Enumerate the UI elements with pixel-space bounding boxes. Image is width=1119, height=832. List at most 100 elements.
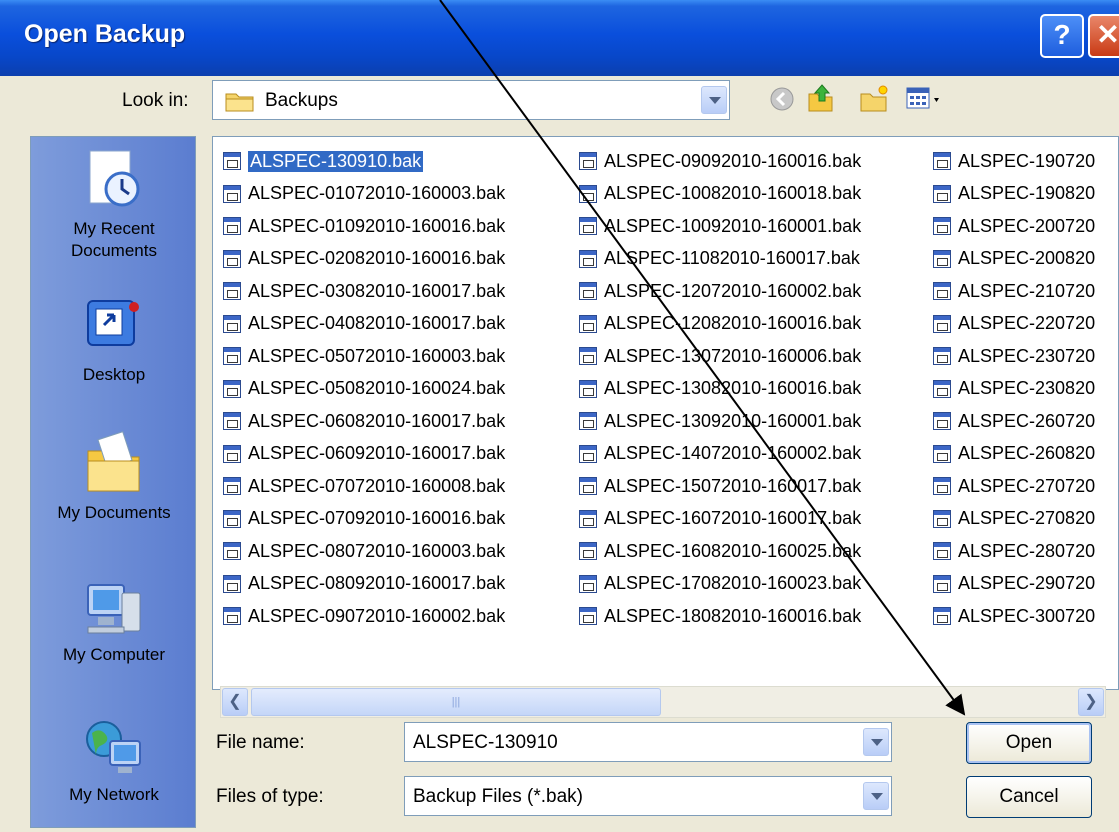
- up-folder-icon[interactable]: [806, 82, 836, 114]
- cancel-button[interactable]: Cancel: [966, 776, 1092, 818]
- place-my-recent-documents[interactable]: My Recent Documents: [31, 147, 197, 262]
- file-item[interactable]: ALSPEC-06082010-160017.bak: [223, 405, 505, 438]
- backup-file-icon: [579, 379, 597, 398]
- file-item[interactable]: ALSPEC-01092010-160016.bak: [223, 210, 505, 243]
- recent-documents-icon: [89, 150, 140, 207]
- file-item[interactable]: ALSPEC-14072010-160002.bak: [579, 438, 861, 471]
- file-item[interactable]: ALSPEC-10092010-160001.bak: [579, 210, 861, 243]
- file-item[interactable]: ALSPEC-09092010-160016.bak: [579, 145, 861, 178]
- backup-file-icon: [933, 607, 951, 626]
- place-label: Desktop: [82, 365, 146, 384]
- backup-file-icon: [223, 607, 241, 626]
- folder-icon: [225, 93, 254, 112]
- file-item[interactable]: ALSPEC-17082010-160023.bak: [579, 568, 861, 601]
- file-name: ALSPEC-10082010-160018.bak: [604, 183, 862, 204]
- place-desktop[interactable]: Desktop: [31, 295, 197, 386]
- file-name-field[interactable]: ALSPEC-130910: [404, 722, 892, 762]
- file-item[interactable]: ALSPEC-18082010-160016.bak: [579, 600, 861, 633]
- file-item[interactable]: ALSPEC-04082010-160017.bak: [223, 308, 505, 341]
- file-item[interactable]: ALSPEC-11082010-160017.bak: [579, 243, 861, 276]
- file-item[interactable]: ALSPEC-10082010-160018.bak: [579, 178, 861, 211]
- place-label: My Recent Documents: [71, 219, 157, 260]
- place-my-computer[interactable]: My Computer: [31, 575, 197, 666]
- file-name: ALSPEC-230820: [958, 378, 1096, 399]
- backup-file-icon: [579, 607, 597, 626]
- backup-file-icon: [933, 379, 951, 398]
- file-item[interactable]: ALSPEC-220720: [933, 308, 1095, 341]
- file-item[interactable]: ALSPEC-05082010-160024.bak: [223, 373, 505, 406]
- window-title: Open Backup: [24, 20, 186, 48]
- look-in-dropdown[interactable]: Backups: [212, 80, 730, 120]
- file-name: ALSPEC-220720: [958, 313, 1096, 334]
- look-in-dropdown-arrow[interactable]: [701, 86, 727, 114]
- close-button[interactable]: ✕: [1088, 14, 1119, 58]
- file-name-value: ALSPEC-130910: [413, 732, 558, 753]
- file-name: ALSPEC-200820: [958, 248, 1096, 269]
- file-item[interactable]: ALSPEC-280720: [933, 535, 1095, 568]
- file-item[interactable]: ALSPEC-02082010-160016.bak: [223, 243, 505, 276]
- file-item[interactable]: ALSPEC-190820: [933, 178, 1095, 211]
- file-item[interactable]: ALSPEC-270820: [933, 503, 1095, 536]
- file-item[interactable]: ALSPEC-190720: [933, 145, 1095, 178]
- view-menu-icon[interactable]: [906, 86, 952, 112]
- file-item[interactable]: ALSPEC-270720: [933, 470, 1095, 503]
- file-name: ALSPEC-15072010-160017.bak: [604, 475, 862, 496]
- file-list[interactable]: ALSPEC-130910.bak ALSPEC-01072010-160003.…: [212, 136, 1119, 690]
- file-item[interactable]: ALSPEC-15072010-160017.bak: [579, 470, 861, 503]
- file-item[interactable]: ALSPEC-260820: [933, 438, 1095, 471]
- horizontal-scrollbar[interactable]: ❮ ||| ❯: [220, 686, 1106, 718]
- backup-file-icon: [223, 282, 241, 301]
- back-icon[interactable]: [768, 85, 796, 113]
- chevron-left-icon: ❮: [228, 693, 242, 710]
- file-name: ALSPEC-210720: [958, 280, 1096, 301]
- file-item[interactable]: ALSPEC-12082010-160016.bak: [579, 308, 861, 341]
- scroll-left-button[interactable]: ❮: [222, 688, 248, 716]
- help-button[interactable]: ?: [1040, 14, 1084, 58]
- file-item[interactable]: ALSPEC-08072010-160003.bak: [223, 535, 505, 568]
- file-name: ALSPEC-270820: [958, 508, 1096, 529]
- file-item[interactable]: ALSPEC-13082010-160016.bak: [579, 373, 861, 406]
- scroll-right-button[interactable]: ❯: [1078, 688, 1104, 716]
- place-my-documents[interactable]: My Documents: [31, 427, 197, 524]
- file-item[interactable]: ALSPEC-200820: [933, 243, 1095, 276]
- file-item[interactable]: ALSPEC-13072010-160006.bak: [579, 340, 861, 373]
- file-item[interactable]: ALSPEC-260720: [933, 405, 1095, 438]
- file-item[interactable]: ALSPEC-03082010-160017.bak: [223, 275, 505, 308]
- title-bar: Open Backup ? ✕: [0, 0, 1119, 76]
- file-item[interactable]: ALSPEC-07072010-160008.bak: [223, 470, 505, 503]
- backup-file-icon: [579, 477, 597, 496]
- help-icon: ?: [1053, 19, 1071, 50]
- file-name: ALSPEC-190820: [958, 183, 1096, 204]
- scroll-thumb[interactable]: |||: [251, 688, 661, 716]
- file-item[interactable]: ALSPEC-12072010-160002.bak: [579, 275, 861, 308]
- backup-file-icon: [579, 217, 597, 236]
- file-item[interactable]: ALSPEC-210720: [933, 275, 1095, 308]
- file-name: ALSPEC-290720: [958, 573, 1096, 594]
- file-name-dropdown-arrow[interactable]: [863, 728, 889, 756]
- place-my-network[interactable]: My Network: [31, 715, 197, 806]
- file-item[interactable]: ALSPEC-16072010-160017.bak: [579, 503, 861, 536]
- file-item[interactable]: ALSPEC-05072010-160003.bak: [223, 340, 505, 373]
- file-item[interactable]: ALSPEC-290720: [933, 568, 1095, 601]
- backup-file-icon: [223, 444, 241, 463]
- file-item[interactable]: ALSPEC-16082010-160025.bak: [579, 535, 861, 568]
- file-item[interactable]: ALSPEC-200720: [933, 210, 1095, 243]
- file-item[interactable]: ALSPEC-08092010-160017.bak: [223, 568, 505, 601]
- file-item[interactable]: ALSPEC-230820: [933, 373, 1095, 406]
- file-item[interactable]: ALSPEC-09072010-160002.bak: [223, 600, 505, 633]
- open-button[interactable]: Open: [966, 722, 1092, 764]
- file-type-dropdown-arrow[interactable]: [863, 782, 889, 810]
- new-folder-icon[interactable]: [858, 82, 890, 114]
- file-name: ALSPEC-260820: [958, 443, 1096, 464]
- file-item[interactable]: ALSPEC-230720: [933, 340, 1095, 373]
- backup-file-icon: [223, 249, 241, 268]
- file-name: ALSPEC-09072010-160002.bak: [248, 605, 506, 626]
- file-item[interactable]: ALSPEC-130910.bak: [223, 145, 505, 178]
- file-item[interactable]: ALSPEC-300720: [933, 600, 1095, 633]
- file-item[interactable]: ALSPEC-01072010-160003.bak: [223, 178, 505, 211]
- file-name: ALSPEC-01092010-160016.bak: [248, 215, 506, 236]
- file-item[interactable]: ALSPEC-06092010-160017.bak: [223, 438, 505, 471]
- file-item[interactable]: ALSPEC-07092010-160016.bak: [223, 503, 505, 536]
- file-item[interactable]: ALSPEC-13092010-160001.bak: [579, 405, 861, 438]
- file-type-select[interactable]: Backup Files (*.bak): [404, 776, 892, 816]
